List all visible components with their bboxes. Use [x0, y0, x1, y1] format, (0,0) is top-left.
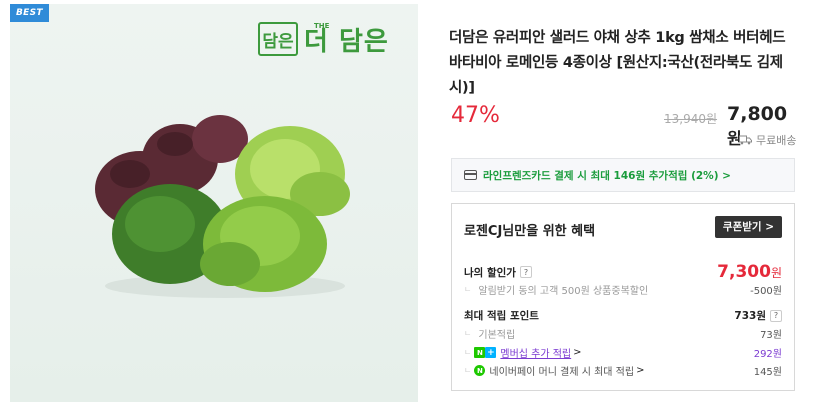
npay-chevron-icon: > [636, 365, 645, 376]
logo-box: 담은 [258, 22, 298, 56]
my-discount-row: 나의 할인가 ? 7,300원 [464, 262, 782, 282]
coupon-button[interactable]: 쿠폰받기 > [714, 216, 782, 238]
base-points-label: 기본적립 [464, 326, 515, 341]
brand-logo: 담은 THE 더 담은 [258, 20, 389, 58]
best-badge: BEST [10, 4, 49, 22]
help-icon[interactable]: ? [519, 266, 532, 278]
product-image[interactable]: BEST 담은 THE 더 담은 [10, 4, 418, 402]
membership-link[interactable]: 멤버십 추가 적립 [500, 345, 571, 360]
benefit-box: 로젠CJ님만을 위한 혜택 쿠폰받기 > 나의 할인가 ? 7,300원 알림받… [451, 203, 795, 391]
points-help-icon[interactable]: ? [770, 309, 782, 322]
points-value-wrap: 733원 ? [734, 308, 782, 323]
points-label: 최대 적립 포인트 [464, 310, 539, 322]
npay-value: 145원 [753, 367, 782, 378]
base-points-row: 기본적립 73원 [464, 326, 782, 341]
my-discount-value: 7,300원 [717, 262, 782, 282]
indent-mark: ㄴ [464, 348, 472, 357]
salad-photo [95, 115, 350, 298]
product-title: 더담은 유러피안 샐러드 야채 상추 1kg 쌈채소 버터헤드 바타비아 로메인… [449, 30, 786, 96]
my-discount-label-wrap: 나의 할인가 ? [464, 265, 532, 280]
my-discount-amount: 7,300 [717, 262, 771, 282]
membership-value: 292원 [753, 349, 782, 360]
naver-pay-icon: N [474, 365, 486, 376]
card-promo-text: 라인프렌즈카드 결제 시 최대 146원 추가적립 (2%) > [483, 169, 731, 182]
points-value: 733원 [734, 310, 766, 322]
credit-card-icon [464, 170, 477, 180]
shipping-info: 무료배송 [739, 132, 796, 148]
truck-icon [739, 135, 752, 145]
card-promo-banner[interactable]: 라인프렌즈카드 결제 시 최대 146원 추가적립 (2%) > [451, 158, 795, 192]
alarm-discount-value: -500원 [750, 286, 782, 297]
base-points-value: 73원 [760, 330, 782, 341]
product-details: 더담은 유러피안 샐러드 야채 상추 1kg 쌈채소 버터헤드 바타비아 로메인… [449, 0, 799, 402]
points-row: 최대 적립 포인트 733원 ? [464, 308, 782, 323]
naver-n-icon: N [474, 347, 486, 358]
npay-row: ㄴ N 네이버페이 머니 결제 시 최대 적립 > 145원 [464, 363, 782, 378]
membership-row: ㄴ N + 멤버십 추가 적립 > 292원 [464, 345, 782, 360]
npay-link[interactable]: 네이버페이 머니 결제 시 최대 적립 [489, 363, 634, 378]
my-discount-currency: 원 [770, 266, 782, 280]
logo-small-text: THE [314, 22, 330, 30]
my-discount-label: 나의 할인가 [464, 266, 516, 279]
shipping-label: 무료배송 [756, 134, 797, 147]
alarm-discount-row: 알림받기 동의 고객 500원 상품중복할인 -500원 [464, 282, 782, 297]
indent-mark: ㄴ [464, 366, 472, 375]
alarm-discount-label: 알림받기 동의 고객 500원 상품중복할인 [464, 282, 648, 297]
original-price: 13,940원 [664, 112, 718, 126]
membership-chevron-icon: > [573, 347, 582, 358]
plus-icon: + [485, 347, 497, 358]
sale-price-value: 7,800 [727, 103, 788, 125]
discount-rate: 47% [451, 103, 500, 128]
benefit-title: 로젠CJ님만을 위한 혜택 [464, 224, 596, 239]
